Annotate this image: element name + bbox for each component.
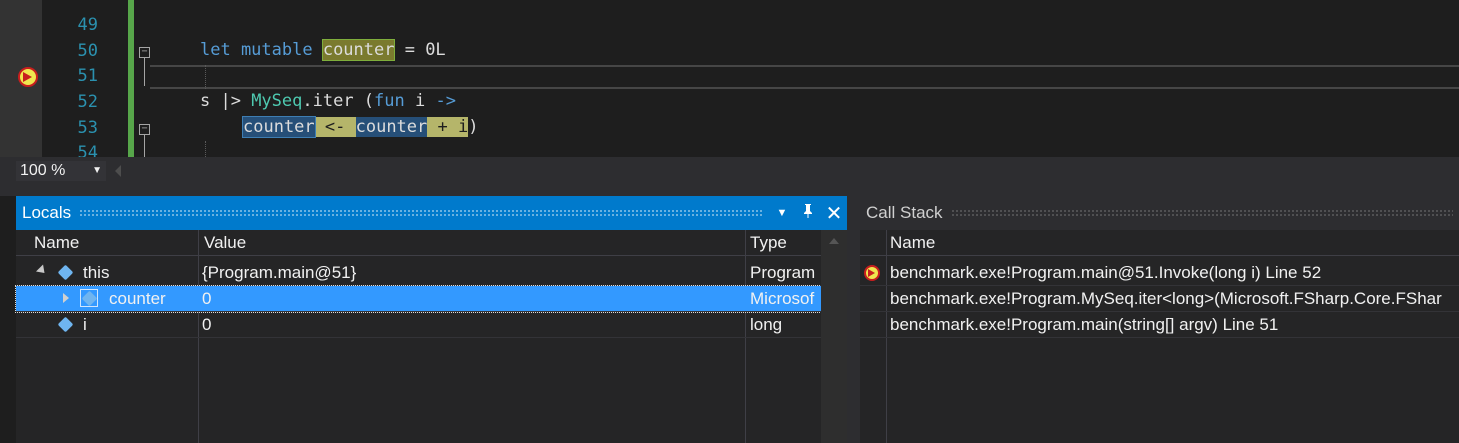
column-header-name[interactable]: Name xyxy=(34,230,194,256)
column-header-value[interactable]: Value xyxy=(204,230,744,256)
dropdown-arrow-icon: ▼ xyxy=(92,165,102,176)
editor-status-strip xyxy=(0,157,1459,185)
call-stack-frame[interactable]: benchmark.exe!Program.main@51.Invoke(lon… xyxy=(860,260,1459,286)
locals-row-selected[interactable]: counter 0 Microsof xyxy=(15,285,822,313)
call-stack-title-bar[interactable]: Call Stack xyxy=(860,196,1459,230)
local-type: long xyxy=(750,315,783,334)
code-line: 55 counter <- counter + i) xyxy=(0,141,1459,157)
local-type: Microsof xyxy=(750,289,815,308)
zoom-level-dropdown[interactable]: 100 % ▼ xyxy=(16,161,106,181)
code-line: 52 counter <- counter + i) xyxy=(0,65,1459,138)
call-stack-frame[interactable]: benchmark.exe!Program.main(string[] argv… xyxy=(860,312,1459,338)
local-value[interactable]: 0 xyxy=(202,286,742,311)
code-line: 53 xyxy=(0,91,1459,138)
code-line: 54 s |> MySeq.iterInline (fun i -> xyxy=(0,116,1459,157)
pin-icon[interactable] xyxy=(795,203,821,224)
object-field-icon xyxy=(57,316,74,333)
column-header-type[interactable]: Type xyxy=(750,230,820,256)
indent-guide xyxy=(205,141,206,157)
locals-title: Locals xyxy=(22,203,72,222)
panel-gap xyxy=(0,185,1459,196)
vertical-scrollbar[interactable] xyxy=(821,230,847,443)
local-name: this xyxy=(83,263,110,282)
call-stack-grid-header: Name xyxy=(860,230,1459,256)
call-stack-frame[interactable]: benchmark.exe!Program.MySeq.iter<long>(M… xyxy=(860,286,1459,312)
scroll-left-icon[interactable] xyxy=(115,165,121,177)
locals-title-bar[interactable]: Locals ▼ ✕ xyxy=(16,196,847,230)
local-value[interactable]: {Program.main@51} xyxy=(202,260,742,285)
local-type: Program xyxy=(750,263,816,282)
window-position-dropdown-icon[interactable]: ▼ xyxy=(769,207,795,219)
local-value[interactable]: 0 xyxy=(202,312,742,337)
code-line: 50 xyxy=(0,14,1459,61)
code-line: 51 s |> MySeq.iter (fun i -> xyxy=(0,39,1459,111)
indent-guide xyxy=(205,65,206,89)
local-name: counter xyxy=(109,289,166,308)
scroll-up-icon[interactable] xyxy=(829,238,839,244)
local-name: i xyxy=(83,315,87,334)
title-grip[interactable] xyxy=(79,209,763,217)
call-stack-title: Call Stack xyxy=(866,203,943,222)
frame-name: benchmark.exe!Program.main@51.Invoke(lon… xyxy=(890,263,1322,282)
call-stack-window: Call Stack Name benchmark.exe!Program.ma… xyxy=(860,196,1459,443)
locals-grid-header: Name Value Type xyxy=(16,230,847,256)
locals-row[interactable]: i 0 long xyxy=(16,312,821,338)
locals-row[interactable]: this {Program.main@51} Program xyxy=(16,260,821,286)
code-editor[interactable]: 49 let mutable counter = 0L 50 51 s |> M… xyxy=(0,0,1459,157)
panel-splitter[interactable] xyxy=(847,196,860,443)
collapse-region-icon[interactable]: − xyxy=(139,47,150,58)
frame-name: benchmark.exe!Program.main(string[] argv… xyxy=(890,315,1279,334)
collapse-arrow-icon[interactable] xyxy=(35,264,49,277)
column-header-name[interactable]: Name xyxy=(890,230,1450,256)
zoom-level-value: 100 % xyxy=(20,162,66,179)
object-field-icon xyxy=(57,264,74,281)
collapse-region-icon[interactable]: − xyxy=(139,124,150,135)
code-line: 49 let mutable counter = 0L xyxy=(0,0,1459,61)
current-frame-arrow-icon xyxy=(864,265,880,281)
title-grip[interactable] xyxy=(950,209,1453,217)
close-icon[interactable]: ✕ xyxy=(821,201,847,226)
locals-window: Locals ▼ ✕ Name Value Type this {Program… xyxy=(15,196,847,443)
frame-name: benchmark.exe!Program.MySeq.iter<long>(M… xyxy=(890,289,1442,308)
expand-arrow-icon[interactable] xyxy=(63,293,69,303)
